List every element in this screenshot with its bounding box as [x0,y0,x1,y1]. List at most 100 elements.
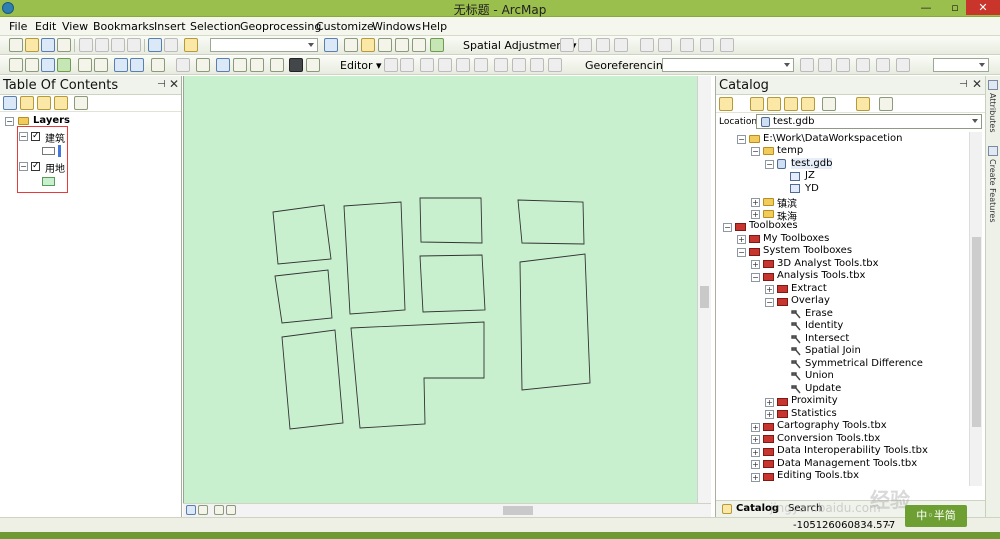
tree-item-overlay[interactable]: Overlay [791,295,830,306]
map-canvas[interactable] [184,76,712,503]
tree-expand-icon[interactable]: + [737,235,746,244]
zoom-out-icon[interactable] [25,58,39,72]
tree-expand-icon[interactable]: + [765,285,774,294]
find-binoculars-icon[interactable] [289,58,303,72]
tree-expand-icon[interactable]: + [751,210,760,219]
model-builder-icon[interactable] [430,38,444,52]
tree-item-3d-analyst[interactable]: 3D Analyst Tools.tbx [777,258,879,269]
tree-collapse-icon[interactable]: − [751,273,760,282]
edit-tool-icon[interactable] [384,58,398,72]
edge-match-icon[interactable] [700,38,714,52]
back-arrow-icon[interactable] [114,58,128,72]
tree-item-system-toolboxes[interactable]: System Toolboxes [763,245,852,256]
open-folder-icon[interactable] [25,38,39,52]
layer-jianzhu-collapse-icon[interactable]: − [19,132,28,141]
tree-item-toolboxes[interactable]: Toolboxes [749,220,798,231]
tree-item-identity[interactable]: Identity [805,320,843,331]
cut-polygons-icon[interactable] [530,58,544,72]
maximize-button[interactable]: ▫ [942,0,968,15]
refresh-icon[interactable] [214,505,224,515]
menu-bookmarks[interactable]: Bookmarks [93,20,154,33]
tree-item-cartography-tools[interactable]: Cartography Tools.tbx [777,420,887,431]
menu-view[interactable]: View [62,20,88,33]
data-view-icon[interactable] [186,505,196,515]
pan-hand-icon[interactable] [41,58,55,72]
layer-yongdi-label[interactable]: 用地 [45,160,65,175]
paste-icon[interactable] [111,38,125,52]
menu-customize[interactable]: Customize [316,20,374,33]
map-scale-combo[interactable] [210,38,318,52]
tree-collapse-icon[interactable]: − [765,298,774,307]
georef-input-field[interactable] [933,58,989,72]
map-horizontal-scrollbar[interactable] [183,503,711,517]
close-button[interactable]: ✕ [966,0,1000,15]
rotate-icon[interactable] [800,58,814,72]
fixed-zoom-in-icon[interactable] [78,58,92,72]
catalog-vertical-scrollbar[interactable] [969,132,982,486]
point-icon[interactable] [474,58,488,72]
limited-adjustment-icon[interactable] [658,38,672,52]
menu-help[interactable]: Help [422,20,447,33]
forward-icon[interactable] [750,97,764,111]
map-vertical-scrollbar[interactable] [697,76,711,503]
delete-icon[interactable] [127,38,141,52]
modify-link-icon[interactable] [596,38,610,52]
tree-expand-icon[interactable]: + [751,460,760,469]
tree-item-analysis-tools[interactable]: Analysis Tools.tbx [777,270,865,281]
tree-collapse-icon[interactable]: − [751,147,760,156]
toc-pin-icon[interactable]: ⊣ [157,79,166,90]
building-polygon[interactable] [274,269,333,324]
layer-yongdi-symbol[interactable] [42,177,55,186]
redo-icon[interactable] [164,38,178,52]
georef-layer-combo[interactable] [662,58,794,72]
tree-item-intersect[interactable]: Intersect [805,333,849,344]
tree-collapse-icon[interactable]: − [737,135,746,144]
straight-segment-icon[interactable] [420,58,434,72]
tree-item-my-toolboxes[interactable]: My Toolboxes [763,233,829,244]
up-one-level-icon[interactable] [767,97,781,111]
toc-close-icon[interactable]: ✕ [169,77,179,91]
tree-expand-icon[interactable]: + [751,423,760,432]
building-polygon[interactable] [519,253,591,391]
full-extent-globe-icon[interactable] [57,58,71,72]
building-polygon[interactable] [272,204,332,265]
tree-expand-icon[interactable]: + [765,410,774,419]
menu-file[interactable]: File [9,20,27,33]
pause-drawing-icon[interactable] [226,505,236,515]
tree-item-conversion-tools[interactable]: Conversion Tools.tbx [777,433,880,444]
building-polygon[interactable] [343,201,406,315]
select-elements-arrow-icon[interactable] [196,58,210,72]
tree-item-proximity[interactable]: Proximity [791,395,838,406]
save-icon[interactable] [41,38,55,52]
split-tool-icon[interactable] [548,58,562,72]
catalog-options-icon[interactable] [879,97,893,111]
tree-expand-icon[interactable]: + [751,198,760,207]
editor-menu[interactable]: Editor ▾ [340,59,382,72]
tree-item-statistics[interactable]: Statistics [791,408,837,419]
zoom-in-icon[interactable] [9,58,23,72]
forward-arrow-icon[interactable] [130,58,144,72]
tree-item-union[interactable]: Union [805,370,834,381]
catalog-scroll-thumb[interactable] [972,237,981,427]
building-polygon[interactable] [517,199,585,245]
tree-expand-icon[interactable]: + [765,398,774,407]
html-popup-icon[interactable] [250,58,264,72]
edit-annotation-icon[interactable] [400,58,414,72]
list-by-drawing-order-icon[interactable] [3,96,17,110]
tab-attributes[interactable]: Attributes [988,93,997,133]
tree-collapse-icon[interactable]: − [723,223,732,232]
menu-selection[interactable]: Selection [190,20,241,33]
building-polygon[interactable] [350,321,485,429]
new-document-icon[interactable] [9,38,23,52]
map-vertical-scroll-thumb[interactable] [700,286,709,308]
list-by-visibility-icon[interactable] [37,96,51,110]
tree-expand-icon[interactable]: + [751,435,760,444]
building-polygon[interactable] [281,329,344,430]
view-link-table-icon[interactable] [876,58,890,72]
tree-item-update[interactable]: Update [805,383,841,394]
back-icon[interactable] [719,97,733,111]
undo-icon[interactable] [148,38,162,52]
layer-yongdi-collapse-icon[interactable]: − [19,162,28,171]
attribute-transfer-icon[interactable] [680,38,694,52]
multi-displacement-icon[interactable] [614,38,628,52]
